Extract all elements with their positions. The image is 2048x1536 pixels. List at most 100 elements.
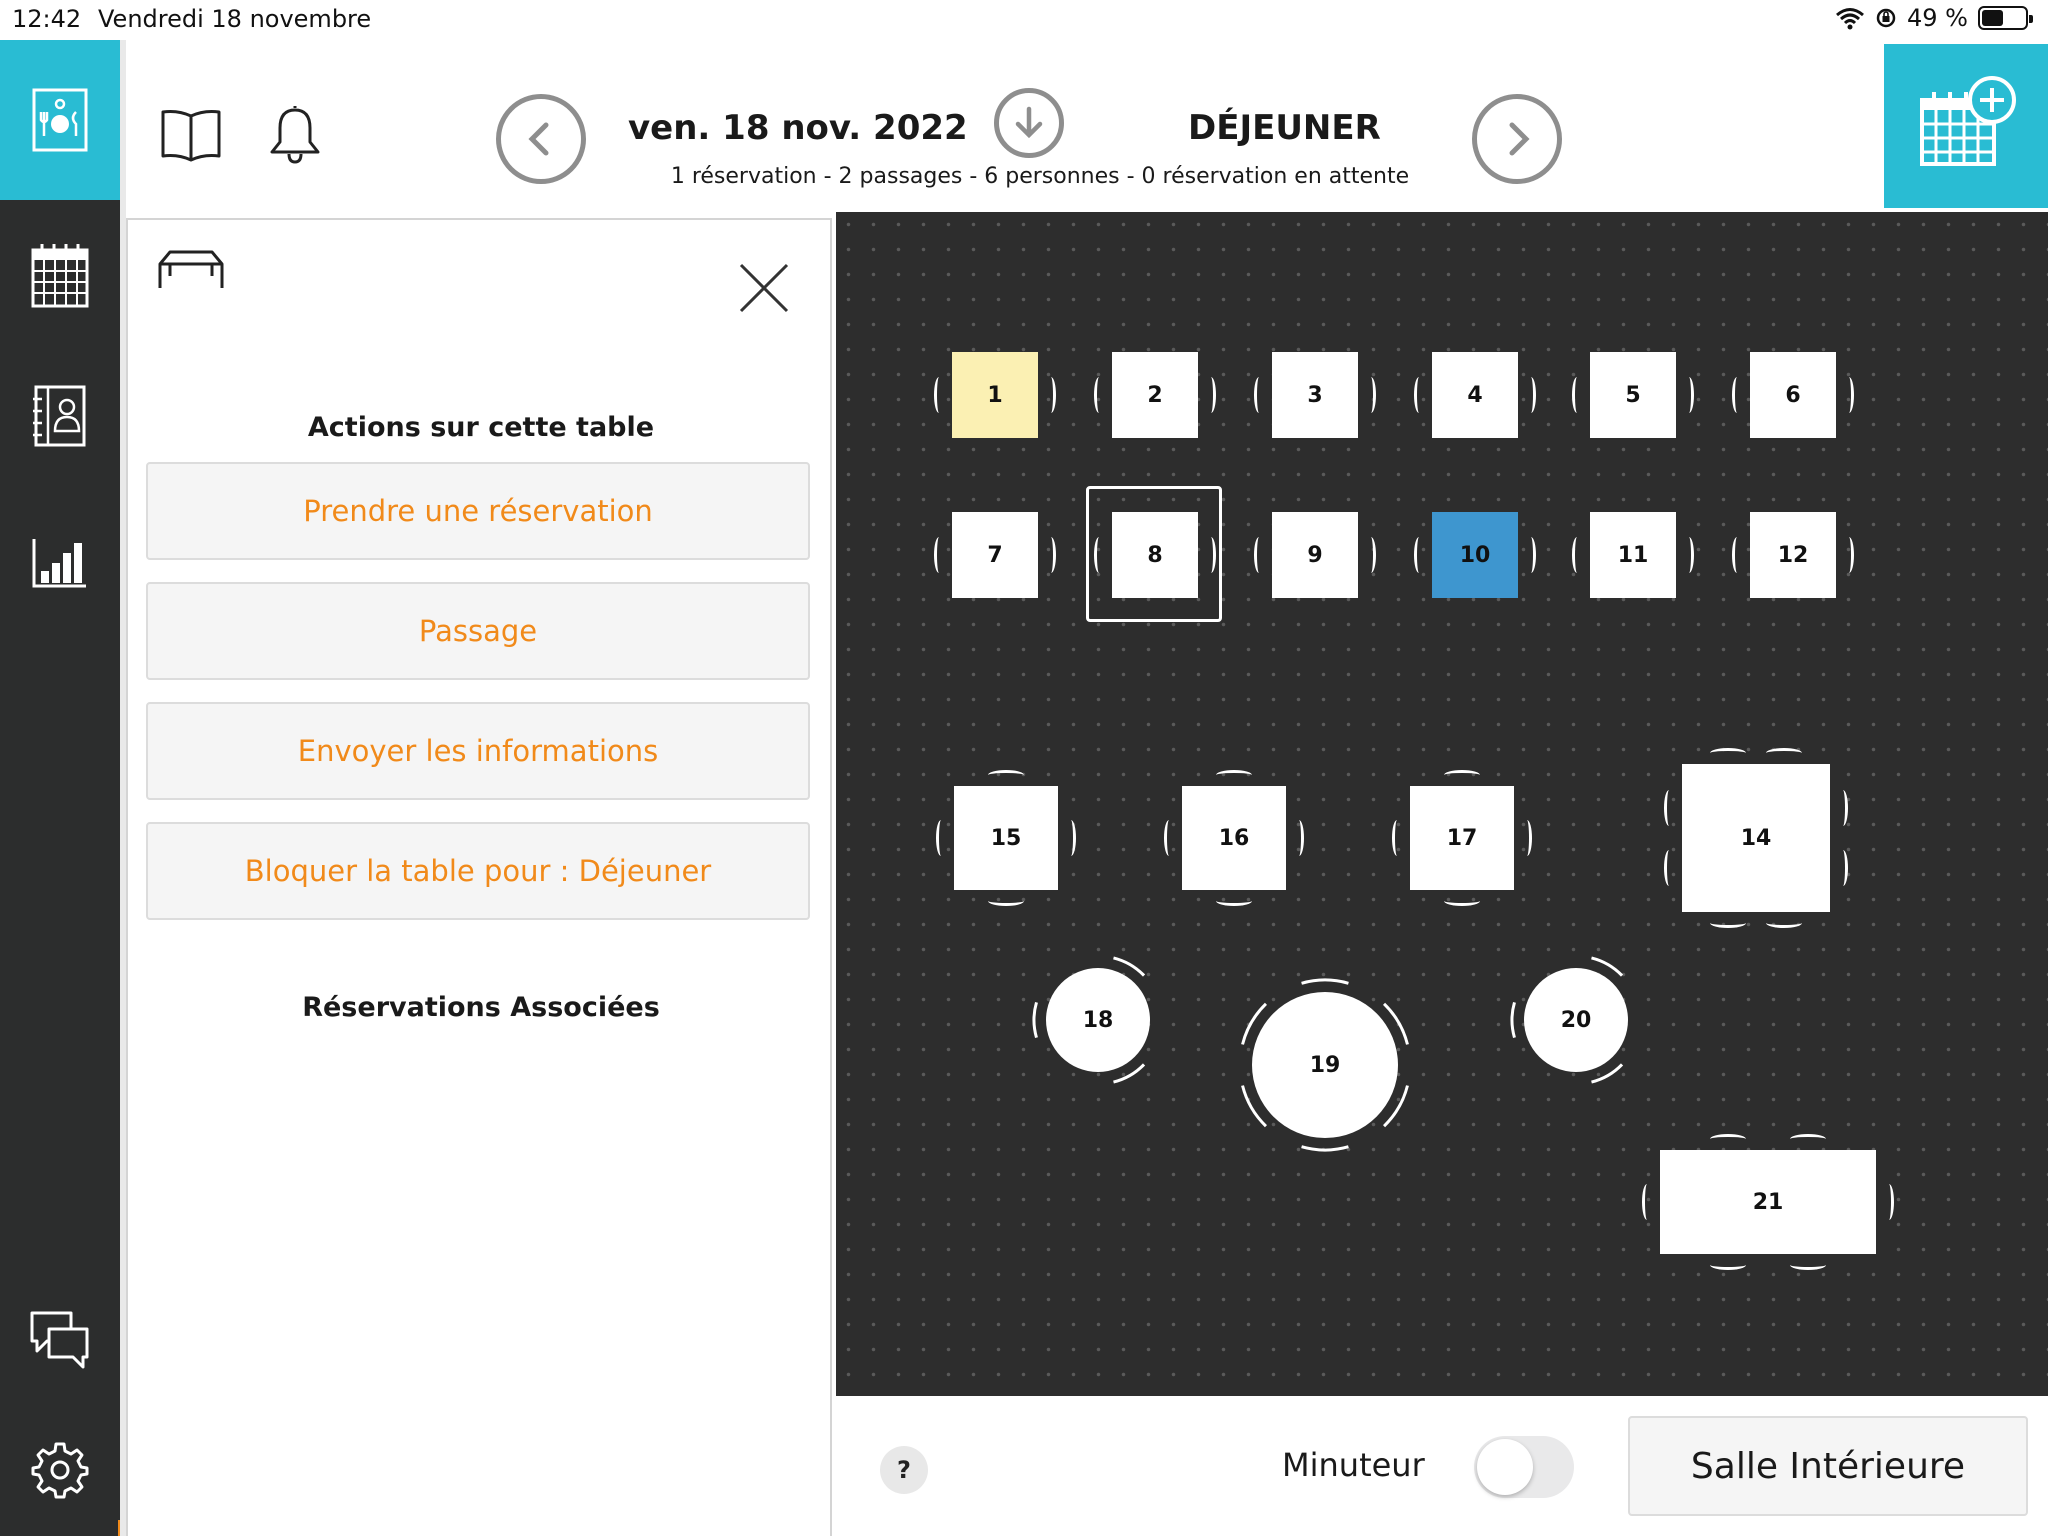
seat-table-11 [1684,537,1694,573]
sidebar-item-messages[interactable] [0,1290,120,1390]
battery-fill [1982,10,2003,26]
panel-actions-title: Actions sur cette table [307,412,655,443]
floor-plan: 1 2 3 4 5 6 7 8 9 10 11 12 15 16 17 14 18 19 20 21 [836,212,2048,1396]
bottom-bar: ? Minuteur Salle Intérieure [836,1396,2048,1536]
seat-table-15 [1066,820,1076,856]
seat-table-10 [1414,537,1424,573]
seat-table-21 [1790,1134,1826,1144]
seat-arc [1241,1002,1268,1045]
seat-table-2 [1206,377,1216,413]
seat-table-5 [1684,377,1694,413]
current-service[interactable]: DÉJEUNER [1188,108,1381,148]
seat-arc [1510,1001,1516,1039]
arrow-down-icon [1015,106,1043,139]
toggle-knob [1477,1439,1533,1495]
block-table-button[interactable]: Bloquer la table pour : Déjeuner [146,822,810,920]
seat-table-17 [1444,896,1480,906]
chevron-left-icon [528,122,549,156]
table-16[interactable]: 16 [1182,786,1286,890]
service-summary: 1 réservation - 2 passages - 6 personnes… [670,164,1410,189]
help-button[interactable]: ? [880,1446,928,1494]
seat-table-14 [1766,918,1802,928]
seat-table-12 [1844,537,1854,573]
reservations-icon [32,88,88,152]
take-reservation-button[interactable]: Prendre une réservation [146,462,810,560]
battery-tip [2029,15,2033,23]
seat-table-6 [1732,377,1742,413]
seat-table-21 [1642,1184,1652,1220]
close-icon[interactable] [738,262,790,314]
seat-table-14 [1838,790,1848,826]
table-17[interactable]: 17 [1410,786,1514,890]
seat-arc [1382,1002,1409,1045]
seat-table-6 [1844,377,1854,413]
date-picker-button[interactable] [994,88,1064,158]
table-11[interactable]: 11 [1590,512,1676,598]
table-3[interactable]: 3 [1272,352,1358,438]
table-9[interactable]: 9 [1272,512,1358,598]
seat-table-1 [934,377,944,413]
seat-table-21 [1710,1134,1746,1144]
seat-table-4 [1526,377,1536,413]
seat-arc [1591,1063,1624,1084]
seat-table-8 [1094,537,1104,573]
seat-table-21 [1710,1260,1746,1270]
table-5[interactable]: 5 [1590,352,1676,438]
table-2[interactable]: 2 [1112,352,1198,438]
seat-table-4 [1414,377,1424,413]
associated-reservations-title: Réservations Associées [302,992,660,1023]
chat-icon [30,1311,89,1369]
seat-table-16 [1216,896,1252,906]
status-time: 12:42 [12,5,82,33]
seat-table-14 [1838,850,1848,886]
seat-table-14 [1664,850,1674,886]
seat-table-8 [1206,537,1216,573]
sidebar-item-reservations[interactable] [0,40,120,200]
seat-table-17 [1522,820,1532,856]
seat-table-14 [1766,748,1802,758]
table-15[interactable]: 15 [954,786,1058,890]
sidebar-item-contacts[interactable] [0,366,120,466]
send-information-button[interactable]: Envoyer les informations [146,702,810,800]
seat-arc [1241,1085,1268,1128]
seat-table-7 [934,537,944,573]
chevron-right-icon [1509,122,1530,156]
timer-label: Minuteur [1282,1446,1425,1484]
sidebar-item-settings[interactable] [0,1420,120,1520]
seat-arc [1032,1001,1038,1039]
table-14[interactable]: 14 [1682,764,1830,912]
orientation-lock-icon [1876,8,1896,28]
current-date[interactable]: ven. 18 nov. 2022 [628,108,968,148]
sidebar-item-calendar[interactable] [0,226,120,326]
table-4[interactable]: 4 [1432,352,1518,438]
seat-table-20 [1510,956,1624,1084]
notification-bell-icon[interactable] [268,104,322,166]
table-8[interactable]: 8 [1112,512,1198,598]
seat-table-3 [1254,377,1264,413]
seat-arc [1591,956,1624,977]
new-reservation-button[interactable] [1884,44,2048,208]
menu-book-icon[interactable] [160,108,222,162]
seat-table-9 [1366,537,1376,573]
seat-table-5 [1572,377,1582,413]
settings-gear-icon [31,1442,89,1499]
table-1[interactable]: 1 [952,352,1038,438]
table-21[interactable]: 21 [1660,1150,1876,1254]
table-10[interactable]: 10 [1432,512,1518,598]
seat-table-15 [936,820,946,856]
timer-toggle[interactable] [1474,1436,1574,1498]
table-12[interactable]: 12 [1750,512,1836,598]
sidebar-item-statistics[interactable] [0,512,120,612]
walk-in-button[interactable]: Passage [146,582,810,680]
seat-table-21 [1884,1184,1894,1220]
seat-arc [1382,1085,1409,1128]
battery-percent: 49 % [1907,4,1968,32]
table-7[interactable]: 7 [952,512,1038,598]
contacts-book-icon [33,385,86,447]
seat-table-2 [1094,377,1104,413]
seat-table-3 [1366,377,1376,413]
room-selector-button[interactable]: Salle Intérieure [1628,1416,2028,1516]
table-6[interactable]: 6 [1750,352,1836,438]
seat-arc [1113,956,1146,977]
table-actions-panel: Actions sur cette table Prendre une rése… [126,218,832,1536]
